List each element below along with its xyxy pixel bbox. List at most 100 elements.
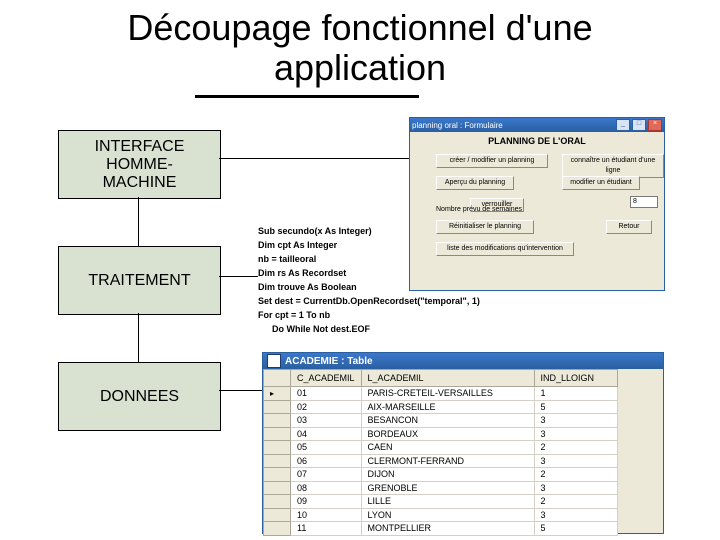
cell-c[interactable]: 08 bbox=[291, 481, 362, 495]
data-table: C_ACADEMIL L_ACADEMIL IND_LLOIGN 01PARIS… bbox=[263, 369, 618, 536]
table-body: 01PARIS-CRETEIL-VERSAILLES1 02AIX-MARSEI… bbox=[264, 387, 618, 536]
btn-apercu[interactable]: Aperçu du planning bbox=[436, 176, 514, 190]
cell-i[interactable]: 5 bbox=[534, 522, 617, 536]
cell-l[interactable]: GRENOBLE bbox=[361, 481, 534, 495]
btn-liste-modif[interactable]: liste des modifications qu'intervention bbox=[436, 242, 574, 256]
cell-l[interactable]: LILLE bbox=[361, 495, 534, 509]
col-c-academie[interactable]: C_ACADEMIL bbox=[291, 370, 362, 387]
maximize-icon[interactable]: □ bbox=[632, 119, 646, 131]
row-selector-header bbox=[264, 370, 291, 387]
cell-l[interactable]: MONTPELLIER bbox=[361, 522, 534, 536]
cell-i[interactable]: 2 bbox=[534, 441, 617, 455]
table-row[interactable]: 10LYON3 bbox=[264, 508, 618, 522]
layer-ihm-label: INTERFACE HOMME- MACHINE bbox=[95, 138, 185, 192]
table-row[interactable]: 09LILLE2 bbox=[264, 495, 618, 509]
cell-c[interactable]: 03 bbox=[291, 414, 362, 428]
cell-c[interactable]: 02 bbox=[291, 400, 362, 414]
code-l2: Dim cpt As Integer bbox=[258, 240, 337, 250]
table-header-row: C_ACADEMIL L_ACADEMIL IND_LLOIGN bbox=[264, 370, 618, 387]
btn-connaitre-etudiant[interactable]: connaître un étudiant d'une ligne bbox=[562, 154, 664, 178]
cell-l[interactable]: DIJON bbox=[361, 468, 534, 482]
pointer-ihm bbox=[219, 158, 409, 159]
cell-i[interactable]: 3 bbox=[534, 427, 617, 441]
minimize-icon[interactable]: _ bbox=[616, 119, 630, 131]
col-ind-eloign[interactable]: IND_LLOIGN bbox=[534, 370, 617, 387]
connector-trt-don bbox=[138, 313, 139, 362]
table-icon bbox=[267, 354, 281, 368]
row-selector[interactable] bbox=[264, 481, 291, 495]
layer-don-box: DONNEES bbox=[58, 362, 221, 431]
row-selector[interactable] bbox=[264, 454, 291, 468]
cell-i[interactable]: 3 bbox=[534, 454, 617, 468]
title-line2: application bbox=[274, 47, 446, 88]
table-row[interactable]: 06CLERMONT-FERRAND3 bbox=[264, 454, 618, 468]
lbl-nb-semaines: Nombre prévu de semaines bbox=[436, 206, 522, 213]
cell-i[interactable]: 2 bbox=[534, 468, 617, 482]
table-row[interactable]: 01PARIS-CRETEIL-VERSAILLES1 bbox=[264, 387, 618, 401]
btn-reinit[interactable]: Réinitialiser le planning bbox=[436, 220, 534, 234]
close-icon[interactable]: × bbox=[648, 119, 662, 131]
cell-l[interactable]: LYON bbox=[361, 508, 534, 522]
form-body: PLANNING DE L'ORAL créer / modifier un p… bbox=[410, 132, 664, 288]
table-titlebar: ACADEMIE : Table bbox=[263, 353, 663, 369]
row-selector[interactable] bbox=[264, 522, 291, 536]
cell-i[interactable]: 3 bbox=[534, 508, 617, 522]
form-window-title: planning oral : Formulaire bbox=[412, 121, 503, 130]
code-l7: For cpt = 1 To nb bbox=[258, 310, 330, 320]
table-row[interactable]: 04BORDEAUX3 bbox=[264, 427, 618, 441]
cell-c[interactable]: 04 bbox=[291, 427, 362, 441]
table-row[interactable]: 05CAEN2 bbox=[264, 441, 618, 455]
row-selector[interactable] bbox=[264, 441, 291, 455]
layer-ihm-box: INTERFACE HOMME- MACHINE bbox=[58, 130, 221, 199]
table-window-title: ACADEMIE : Table bbox=[285, 356, 373, 367]
cell-l[interactable]: CAEN bbox=[361, 441, 534, 455]
row-selector[interactable] bbox=[264, 427, 291, 441]
cell-c[interactable]: 11 bbox=[291, 522, 362, 536]
cell-c[interactable]: 06 bbox=[291, 454, 362, 468]
code-l8: Do While Not dest.EOF bbox=[258, 322, 480, 336]
cell-c[interactable]: 07 bbox=[291, 468, 362, 482]
title-underline bbox=[195, 95, 419, 98]
cell-l[interactable]: PARIS-CRETEIL-VERSAILLES bbox=[361, 387, 534, 401]
btn-modifier-etudiant[interactable]: modifier un étudiant bbox=[562, 176, 640, 190]
form-titlebar: planning oral : Formulaire _ □ × bbox=[410, 118, 664, 132]
table-row[interactable]: 02AIX-MARSEILLE5 bbox=[264, 400, 618, 414]
form-window: planning oral : Formulaire _ □ × PLANNIN… bbox=[409, 117, 665, 291]
row-selector[interactable] bbox=[264, 468, 291, 482]
code-l4: Dim rs As Recordset bbox=[258, 268, 346, 278]
btn-retour[interactable]: Retour bbox=[606, 220, 652, 234]
cell-l[interactable]: BORDEAUX bbox=[361, 427, 534, 441]
row-selector[interactable] bbox=[264, 414, 291, 428]
slide-title: Découpage fonctionnel d'une application bbox=[0, 8, 720, 88]
row-selector[interactable] bbox=[264, 400, 291, 414]
cell-i[interactable]: 5 bbox=[534, 400, 617, 414]
layer-don-label: DONNEES bbox=[100, 388, 179, 406]
cell-i[interactable]: 1 bbox=[534, 387, 617, 401]
title-line1: Découpage fonctionnel d'une bbox=[127, 7, 592, 48]
btn-creer-planning[interactable]: créer / modifier un planning bbox=[436, 154, 548, 168]
cell-l[interactable]: BESANCON bbox=[361, 414, 534, 428]
code-l3: nb = tailleoral bbox=[258, 254, 316, 264]
col-l-academie[interactable]: L_ACADEMIL bbox=[361, 370, 534, 387]
table-row[interactable]: 11MONTPELLIER5 bbox=[264, 522, 618, 536]
cell-c[interactable]: 09 bbox=[291, 495, 362, 509]
connector-ihm-trt bbox=[138, 197, 139, 246]
cell-c[interactable]: 05 bbox=[291, 441, 362, 455]
cell-l[interactable]: AIX-MARSEILLE bbox=[361, 400, 534, 414]
cell-c[interactable]: 01 bbox=[291, 387, 362, 401]
layer-trt-box: TRAITEMENT bbox=[58, 246, 221, 315]
cell-i[interactable]: 2 bbox=[534, 495, 617, 509]
cell-l[interactable]: CLERMONT-FERRAND bbox=[361, 454, 534, 468]
input-nb-semaines[interactable]: 8 bbox=[630, 196, 658, 208]
slide: Découpage fonctionnel d'une application … bbox=[0, 0, 720, 540]
table-row[interactable]: 03BESANCON3 bbox=[264, 414, 618, 428]
table-row[interactable]: 08GRENOBLE3 bbox=[264, 481, 618, 495]
row-selector[interactable] bbox=[264, 495, 291, 509]
row-selector[interactable] bbox=[264, 387, 291, 401]
cell-c[interactable]: 10 bbox=[291, 508, 362, 522]
cell-i[interactable]: 3 bbox=[534, 481, 617, 495]
row-selector[interactable] bbox=[264, 508, 291, 522]
cell-i[interactable]: 3 bbox=[534, 414, 617, 428]
code-l6: Set dest = CurrentDb.OpenRecordset("temp… bbox=[258, 296, 480, 306]
table-row[interactable]: 07DIJON2 bbox=[264, 468, 618, 482]
